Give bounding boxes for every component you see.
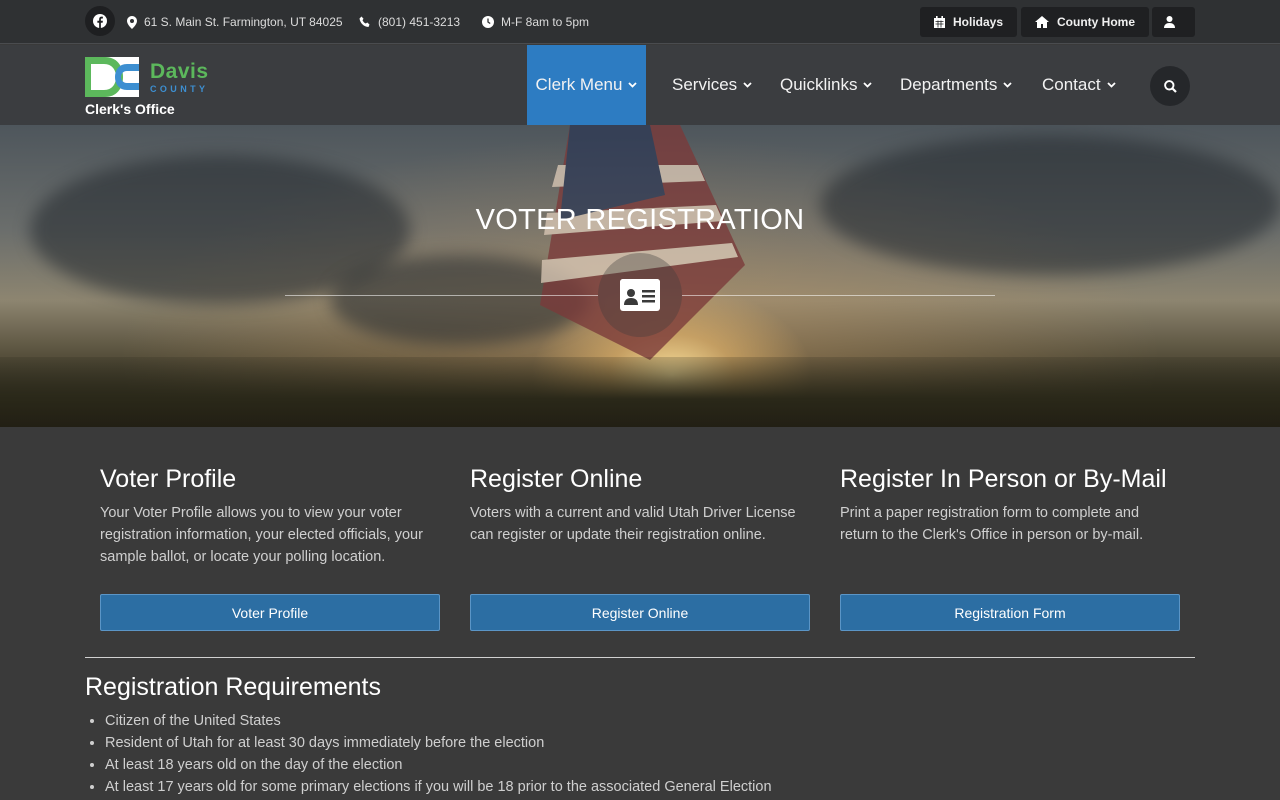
calendar-icon	[933, 16, 945, 28]
nav-contact[interactable]: Contact	[1042, 45, 1116, 125]
nav-services[interactable]: Services	[672, 45, 752, 125]
nav-contact-label: Contact	[1042, 75, 1101, 94]
flag-image	[540, 125, 745, 360]
phone-icon	[359, 16, 370, 27]
requirements-title: Registration Requirements	[85, 673, 381, 701]
page-title: VOTER REGISTRATION	[475, 204, 805, 236]
list-item: At least 18 years old on the day of the …	[105, 754, 772, 776]
id-card-icon	[620, 279, 660, 311]
user-icon	[1164, 16, 1175, 28]
chevron-down-icon	[863, 82, 873, 88]
nav-departments[interactable]: Departments	[900, 45, 1012, 125]
list-item: Resident of Utah for at least 30 days im…	[105, 732, 772, 754]
nav-clerk-menu[interactable]: Clerk Menu	[527, 45, 646, 125]
phone-text: (801) 451-3213	[378, 15, 461, 29]
davis-county-logo[interactable]	[85, 57, 139, 102]
main-content: Voter Profile Your Voter Profile allows …	[0, 427, 1280, 800]
voter-profile-button[interactable]: Voter Profile	[100, 594, 440, 631]
chevron-down-icon	[1106, 82, 1116, 88]
phone-info[interactable]: (801) 451-3213	[359, 0, 460, 44]
search-icon	[1163, 79, 1177, 93]
clock-icon	[482, 16, 494, 28]
holidays-label: Holidays	[952, 15, 1003, 29]
account-button[interactable]	[1152, 7, 1195, 37]
hours-text: M-F 8am to 5pm	[501, 15, 590, 29]
holidays-button[interactable]: Holidays	[920, 7, 1017, 37]
card-text: Voters with a current and valid Utah Dri…	[470, 505, 796, 543]
register-online-button[interactable]: Register Online	[470, 594, 810, 631]
hours-info: M-F 8am to 5pm	[482, 0, 589, 44]
card-title: Register In Person or By-Mail	[840, 465, 1167, 493]
map-marker-icon	[127, 15, 137, 29]
chevron-down-icon	[628, 82, 638, 88]
chevron-down-icon	[1003, 82, 1012, 88]
county-home-label: County Home	[1057, 15, 1135, 29]
card-register-in-person: Register In Person or By-Mail Print a pa…	[840, 465, 1180, 546]
card-title: Register Online	[470, 465, 643, 493]
hero-banner: VOTER REGISTRATION	[0, 125, 1280, 427]
county-home-button[interactable]: County Home	[1021, 7, 1149, 37]
main-header: Davis COUNTY Clerk's Office Clerk Menu S…	[0, 45, 1280, 125]
requirements-list: Citizen of the United States Resident of…	[105, 710, 772, 798]
logo-mark-icon	[85, 57, 139, 97]
facebook-icon	[93, 14, 107, 28]
search-button[interactable]	[1150, 66, 1190, 106]
hero-grass	[0, 357, 1280, 427]
hero-icon-badge	[598, 253, 682, 337]
card-text: Your Voter Profile allows you to view yo…	[100, 505, 423, 565]
home-icon	[1035, 16, 1049, 28]
nav-quicklinks[interactable]: Quicklinks	[780, 45, 873, 125]
list-item: Citizen of the United States	[105, 710, 772, 732]
card-voter-profile: Voter Profile Your Voter Profile allows …	[100, 465, 440, 568]
office-label: Clerk's Office	[85, 101, 175, 117]
card-register-online: Register Online Voters with a current an…	[470, 465, 810, 546]
utility-bar: 61 S. Main St. Farmington, UT 84025 (801…	[0, 0, 1280, 44]
facebook-link[interactable]	[85, 6, 115, 36]
nav-services-label: Services	[672, 75, 738, 94]
hero-divider-left	[285, 295, 598, 296]
address-text: 61 S. Main St. Farmington, UT 84025	[144, 15, 343, 29]
nav-clerk-menu-label: Clerk Menu	[535, 75, 623, 94]
chevron-down-icon	[743, 82, 752, 88]
nav-departments-label: Departments	[900, 75, 998, 94]
nav-quicklinks-label: Quicklinks	[780, 75, 858, 94]
section-divider	[85, 657, 1195, 658]
address-info: 61 S. Main St. Farmington, UT 84025	[127, 0, 343, 44]
logo-county: COUNTY	[150, 84, 209, 94]
card-text: Print a paper registration form to compl…	[840, 505, 1144, 543]
card-title: Voter Profile	[100, 465, 237, 493]
hero-divider-right	[682, 295, 995, 296]
list-item: At least 17 years old for some primary e…	[105, 776, 772, 798]
registration-form-button[interactable]: Registration Form	[840, 594, 1180, 631]
logo-name: Davis	[150, 60, 209, 83]
